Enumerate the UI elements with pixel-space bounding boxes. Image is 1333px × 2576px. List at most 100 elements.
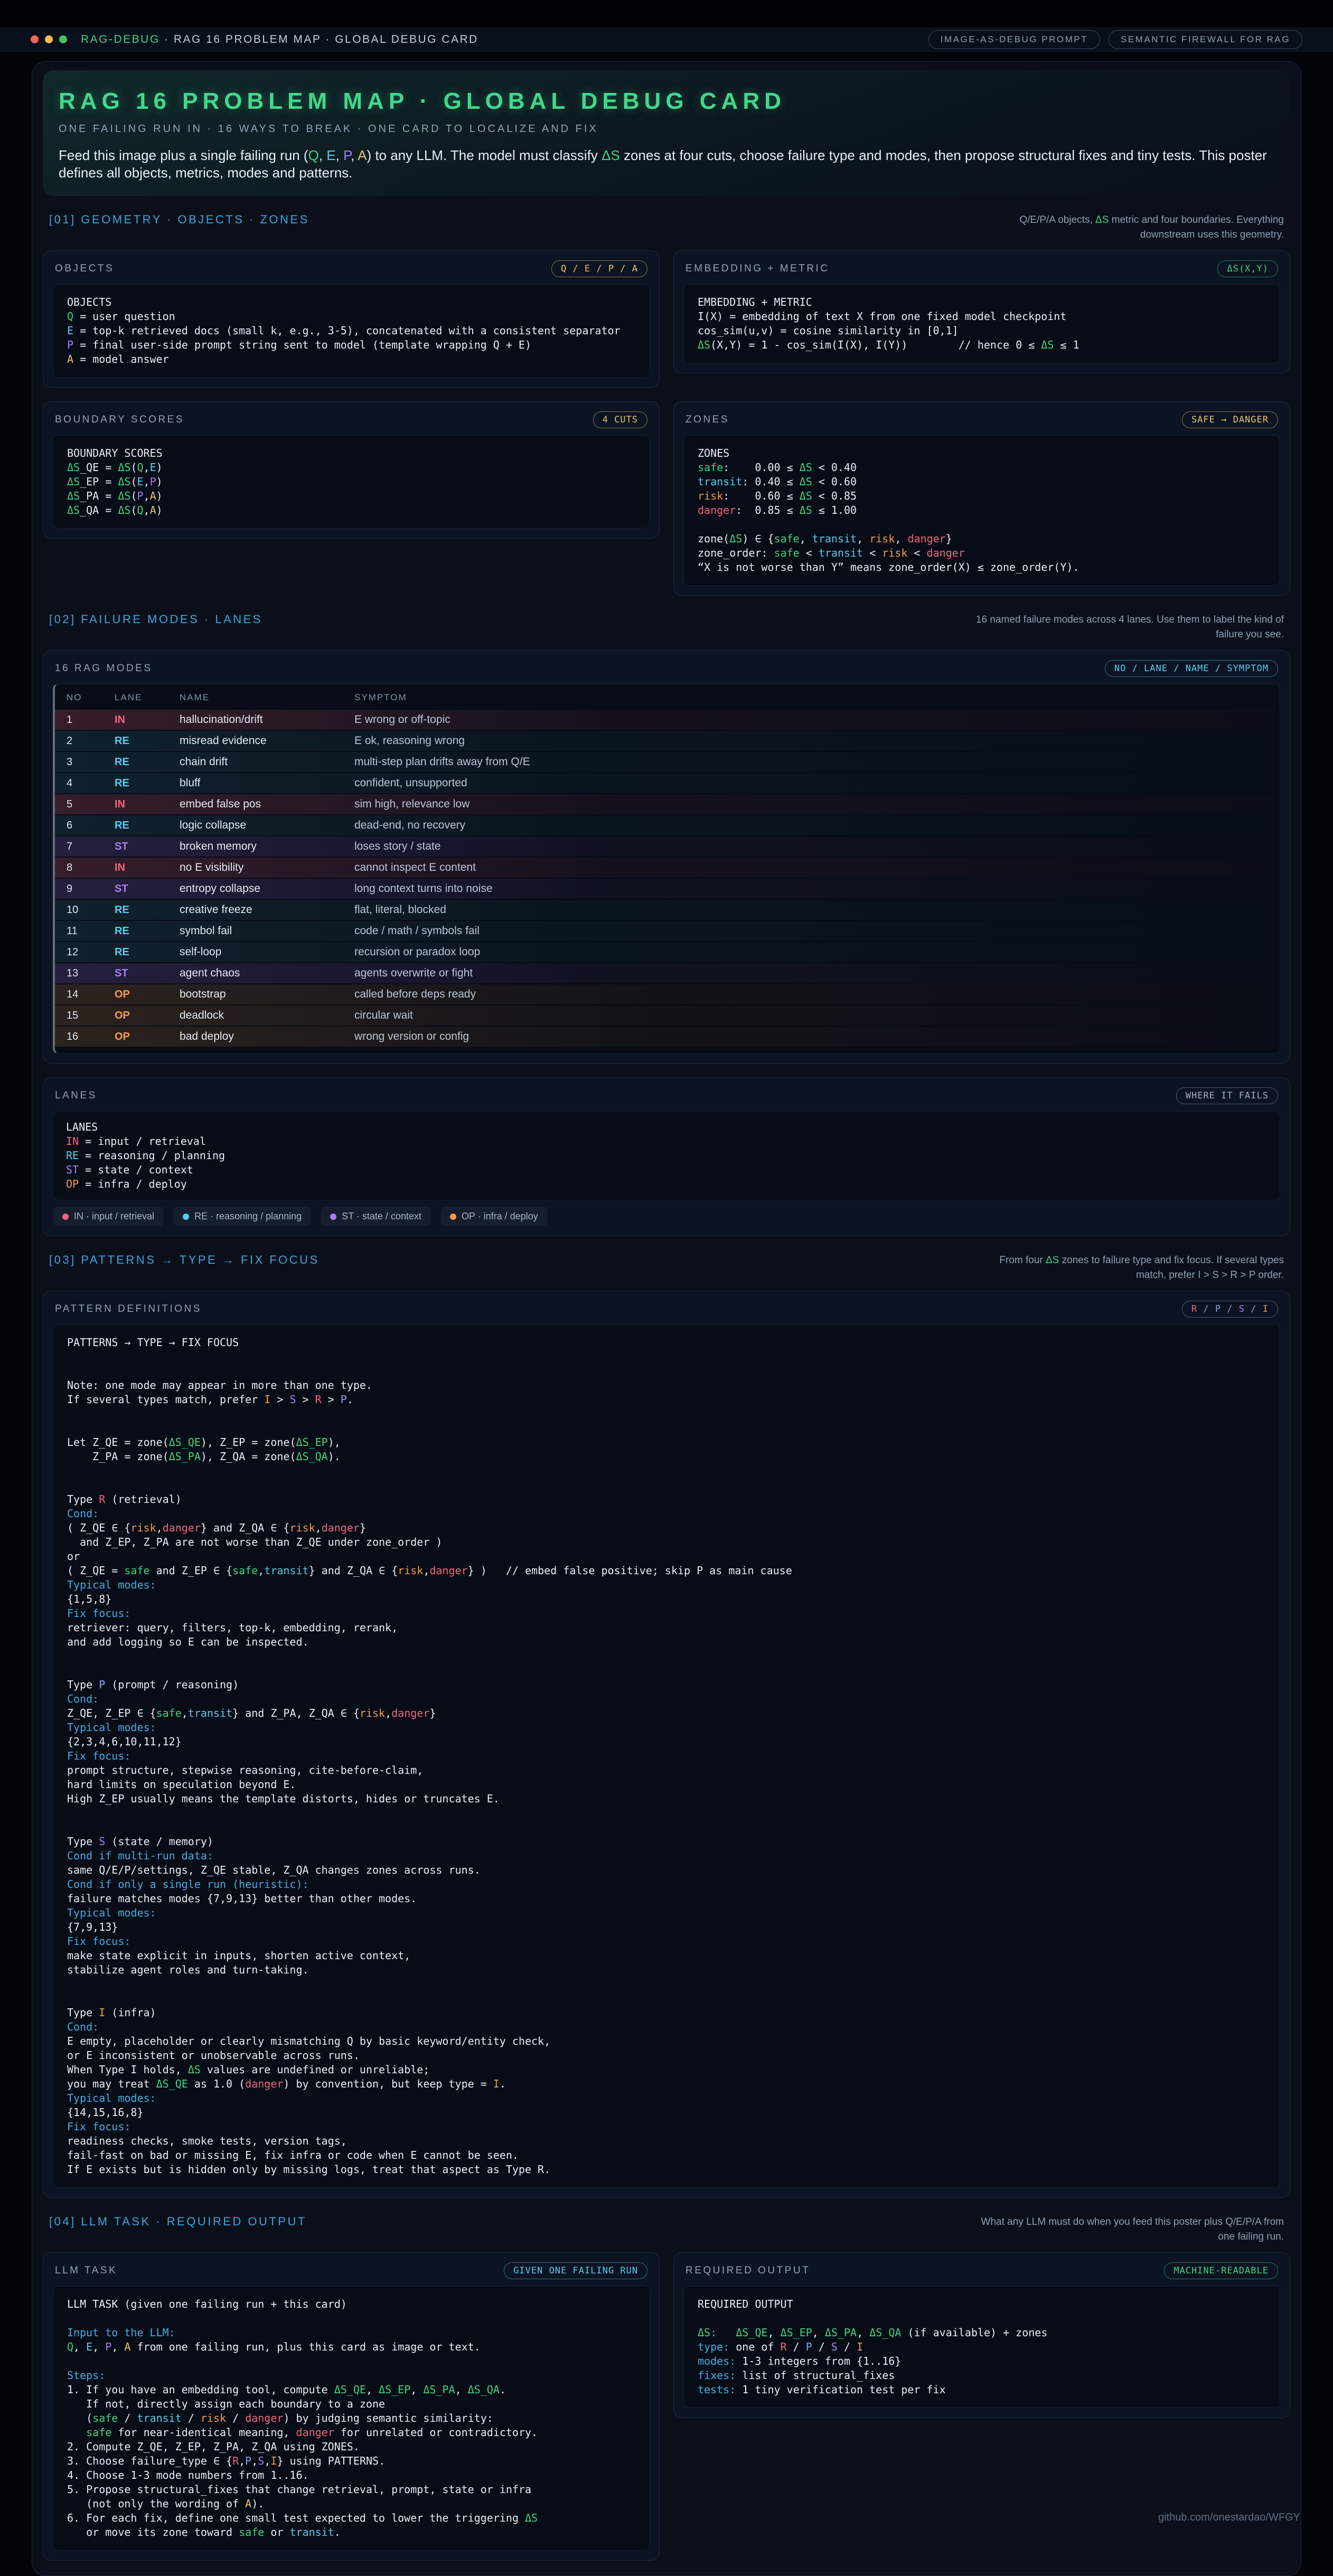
code-line: tests: 1 tiny verification test per fix	[698, 2383, 1266, 2397]
section-note-03: From four ΔS zones to failure type and f…	[967, 1253, 1284, 1282]
code-line: retriever: query, filters, top-k, embedd…	[67, 1621, 1266, 1635]
code-line: When Type I holds, ΔS values are undefin…	[67, 2063, 1266, 2077]
cell-name: deadlock	[180, 1009, 354, 1022]
cell-name: no E visibility	[180, 861, 354, 874]
cell-symptom: agents overwrite or fight	[354, 967, 1274, 980]
code-line: P = final user-side prompt string sent t…	[67, 338, 635, 352]
top-black-strip	[0, 0, 1333, 27]
cell-no: 5	[55, 798, 115, 811]
table-row-mode-7: 7STbroken memoryloses story / state	[55, 836, 1274, 857]
cell-name: creative freeze	[180, 904, 354, 916]
code-line: ΔS_EP = ΔS(E,P)	[67, 475, 635, 489]
code-line: RE = reasoning / planning	[66, 1149, 1267, 1163]
table-row-mode-11: 11REsymbol failcode / math / symbols fai…	[55, 921, 1274, 941]
code-line: ( Z_QE = safe and Z_EP ∈ {safe,transit} …	[67, 1564, 1266, 1578]
code-line: hard limits on speculation beyond E.	[67, 1778, 1266, 1792]
panel-boundary-scores: BOUNDARY SCORES4 CUTS BOUNDARY SCORESΔS_…	[43, 401, 660, 539]
section-patterns: [03] PATTERNS → TYPE → FIX FOCUS From fo…	[43, 1253, 1290, 2198]
cell-lane: RE	[115, 735, 180, 747]
page-footer: github.com/onestardao/WFGY	[1158, 2512, 1300, 2524]
code-line: REQUIRED OUTPUT	[698, 2297, 1266, 2311]
cell-no: 10	[55, 904, 115, 916]
code-line	[67, 1977, 1266, 1991]
cell-lane: OP	[115, 1031, 180, 1043]
cell-symptom: dead-end, no recovery	[354, 819, 1274, 832]
code-line: Q = user question	[67, 309, 635, 324]
code-line: PATTERNS → TYPE → FIX FOCUS	[67, 1336, 1266, 1350]
debug-card: RAG 16 PROBLEM MAP · GLOBAL DEBUG CARD O…	[32, 61, 1301, 2576]
titlebar-badges: IMAGE-AS-DEBUG PROMPT SEMANTIC FIREWALL …	[928, 30, 1302, 49]
cell-no: 7	[55, 841, 115, 853]
panel-badge-boundary: 4 CUTS	[593, 411, 647, 428]
code-line: Z_PA = zone(ΔS_PA), Z_QA = zone(ΔS_QA).	[67, 1450, 1266, 1464]
code-line: If E exists but is hidden only by missin…	[67, 2163, 1266, 2177]
code-block-lanes: LANESIN = input / retrievalRE = reasonin…	[53, 1111, 1280, 1200]
code-line: Cond:	[67, 1692, 1266, 1706]
code-block-zones: ZONESsafe: 0.00 ≤ ΔS < 0.40transit: 0.40…	[683, 435, 1280, 586]
cell-no: 14	[55, 989, 115, 1001]
window-close-icon[interactable]	[31, 35, 39, 43]
code-line: Cond:	[67, 2020, 1266, 2034]
page: RAG-DEBUG · RAG 16 PROBLEM MAP · GLOBAL …	[0, 0, 1333, 2576]
code-line: Cond if multi-run data:	[67, 1849, 1266, 1863]
table-row-mode-2: 2REmisread evidenceE ok, reasoning wrong	[55, 731, 1274, 751]
column-header-name: NAME	[180, 692, 354, 703]
cell-symptom: cannot inspect E content	[354, 861, 1274, 874]
window-maximize-icon[interactable]	[59, 35, 67, 43]
panel-label-patterns: PATTERN DEFINITIONS	[55, 1303, 202, 1315]
lane-dot-icon	[183, 1214, 189, 1220]
legend-chip-label: IN · input / retrieval	[74, 1211, 154, 1222]
code-line: {1,5,8}	[67, 1592, 1266, 1606]
modes-table: NO LANE NAME SYMPTOM 1INhallucination/dr…	[53, 684, 1280, 1054]
section-note-01: Q/E/P/A objects, ΔS metric and four boun…	[967, 213, 1284, 242]
code-line: High Z_EP usually means the template dis…	[67, 1792, 1266, 1806]
lanes-legend: IN · input / retrievalRE · reasoning / p…	[53, 1207, 1280, 1226]
code-line: EMBEDDING + METRIC	[698, 295, 1266, 309]
code-line	[67, 1350, 1266, 1364]
cell-lane: IN	[115, 862, 180, 874]
cell-no: 11	[55, 925, 115, 937]
panel-label-required-output: REQUIRED OUTPUT	[686, 2265, 810, 2277]
code-line: type: one of R / P / S / I	[698, 2340, 1266, 2354]
cell-no: 2	[55, 735, 115, 747]
code-line	[67, 1663, 1266, 1678]
section-note-02: 16 named failure modes across 4 lanes. U…	[967, 613, 1284, 642]
code-line	[67, 1464, 1266, 1478]
cell-lane: RE	[115, 756, 180, 768]
cell-symptom: long context turns into noise	[354, 882, 1274, 895]
panel-objects: OBJECTSQ / E / P / A OBJECTSQ = user que…	[43, 250, 660, 388]
github-link[interactable]: github.com/onestardao/WFGY	[1158, 2512, 1300, 2523]
code-line: risk: 0.60 ≤ ΔS < 0.85	[698, 489, 1266, 503]
code-line	[67, 1407, 1266, 1421]
legend-chip-OP: OP · infra / deploy	[440, 1207, 548, 1226]
panel-pattern-definitions: PATTERN DEFINITIONSR / P / S / I PATTERN…	[43, 1291, 1290, 2198]
cell-symptom: code / math / symbols fail	[354, 925, 1274, 937]
panel-badge-objects: Q / E / P / A	[551, 260, 647, 277]
panel-badge-lanes: WHERE IT FAILS	[1176, 1087, 1278, 1104]
code-line: 4. Choose 1-3 mode numbers from 1..16.	[67, 2468, 635, 2483]
code-line: BOUNDARY SCORES	[67, 446, 635, 460]
cell-name: hallucination/drift	[180, 713, 354, 726]
code-line: or	[67, 1549, 1266, 1564]
panel-label-zones: ZONES	[686, 414, 729, 426]
code-line: ΔS(X,Y) = 1 - cos_sim(I(X), I(Y)) // hen…	[698, 338, 1266, 352]
section-title-04: [04] LLM TASK · REQUIRED OUTPUT	[49, 2215, 307, 2229]
panel-required-output: REQUIRED OUTPUTMACHINE-READABLE REQUIRED…	[673, 2252, 1290, 2418]
legend-chip-label: ST · state / context	[342, 1211, 421, 1222]
code-line: 2. Compute Z_QE, Z_EP, Z_PA, Z_QA using …	[67, 2440, 635, 2454]
table-row-mode-8: 8INno E visibilitycannot inspect E conte…	[55, 858, 1274, 878]
table-row-mode-15: 15OPdeadlockcircular wait	[55, 1005, 1274, 1026]
code-block-objects: OBJECTSQ = user questionE = top-k retrie…	[53, 284, 650, 378]
code-line	[67, 1820, 1266, 1835]
code-line: LLM TASK (given one failing run + this c…	[67, 2297, 635, 2311]
cell-symptom: sim high, relevance low	[354, 798, 1274, 811]
code-line: Typical modes:	[67, 1721, 1266, 1735]
code-line	[67, 1421, 1266, 1435]
code-line: Typical modes:	[67, 2091, 1266, 2105]
code-line: {2,3,4,6,10,11,12}	[67, 1735, 1266, 1749]
code-line: Z_QE, Z_EP ∈ {safe,transit} and Z_PA, Z_…	[67, 1706, 1266, 1721]
window-minimize-icon[interactable]	[45, 35, 53, 43]
table-row-mode-12: 12REself-looprecursion or paradox loop	[55, 942, 1274, 962]
code-line: OP = infra / deploy	[66, 1177, 1267, 1191]
cell-name: chain drift	[180, 756, 354, 768]
